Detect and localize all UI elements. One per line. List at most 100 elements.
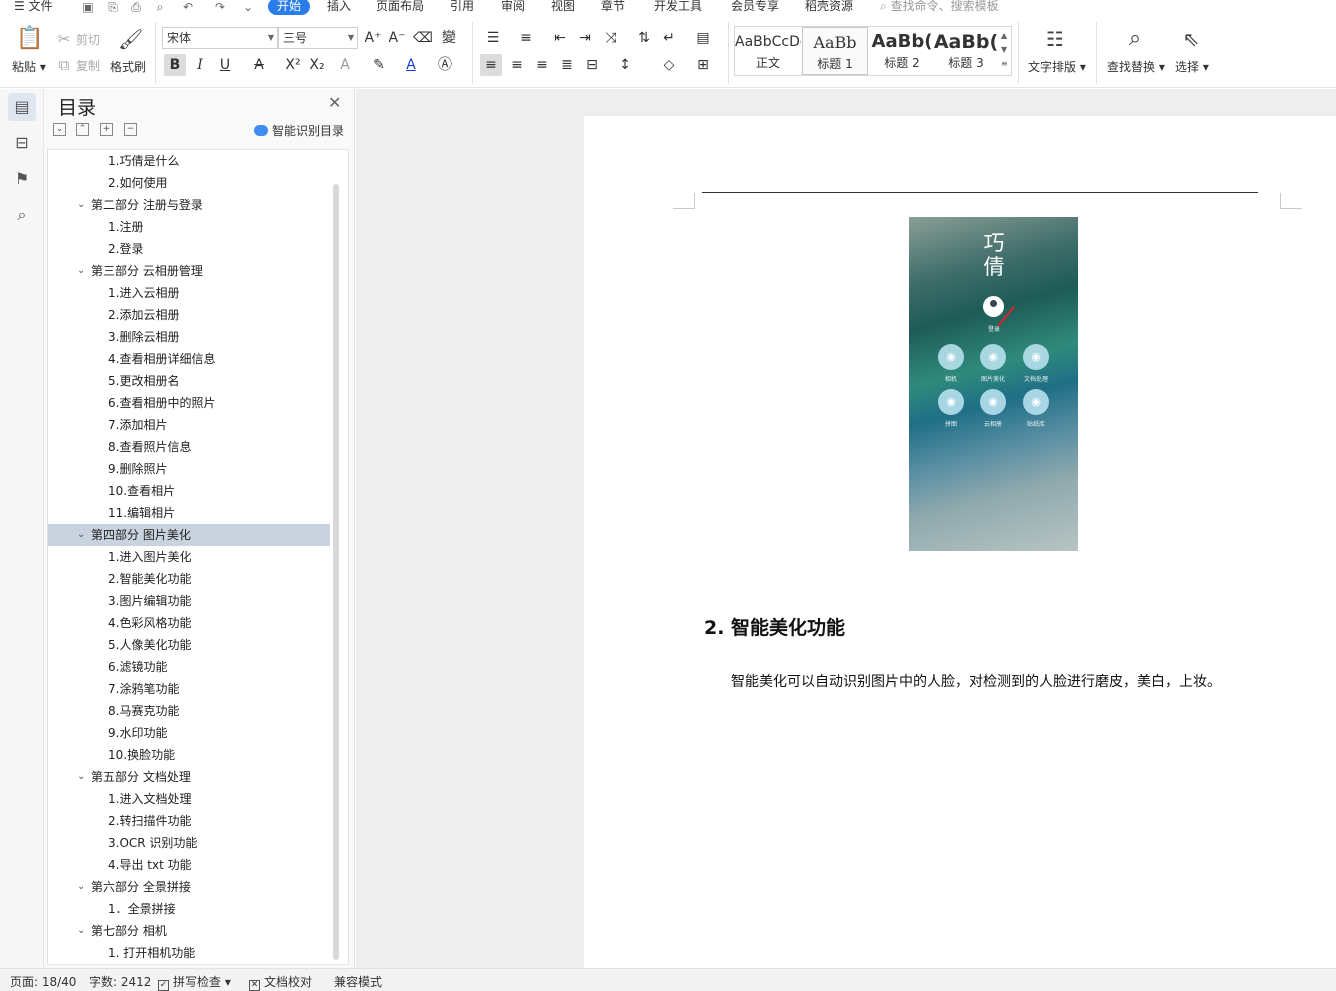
line-spacing-icon[interactable]: ↕ [614,54,636,76]
toc-item[interactable]: 9.删除照片 [48,458,330,480]
print-preview-icon[interactable]: ⌕ [152,0,168,14]
collapse-all-icon[interactable]: ⌄ [53,123,66,136]
spell-check-button[interactable]: ✓ 拼写检查 ▾ [158,973,231,991]
toc-item[interactable]: 1.注册 [48,216,330,238]
toc-panel-icon[interactable]: ▤ [8,93,36,121]
export-icon[interactable]: ⎘ [105,0,121,14]
table-lines-icon[interactable]: ▤ [692,27,714,49]
superscript-icon[interactable]: X² [282,54,304,76]
save-icon[interactable]: ▣ [80,0,96,14]
font-name-select[interactable]: 宋体 ▼ [162,27,278,49]
distribute-icon[interactable]: ⊟ [581,54,603,76]
justify-icon[interactable]: ≣ [556,54,578,76]
align-right-icon[interactable]: ≡ [531,54,553,76]
toc-item[interactable]: 4.导出 txt 功能 [48,854,330,876]
chevron-down-icon[interactable]: ⌄ [77,260,85,282]
format-painter-button[interactable]: 格式刷 [110,58,146,75]
tab-references[interactable]: 引用 [450,0,474,14]
chapter-nav-icon[interactable]: ⊟ [8,129,36,157]
toc-section-item[interactable]: ⌄ 第六部分 全景拼接 [48,876,330,898]
toc-item[interactable]: 1．全景拼接 [48,898,330,920]
toc-item[interactable]: 1.进入云相册 [48,282,330,304]
chevron-down-icon[interactable]: ⌄ [77,194,85,216]
toc-item[interactable]: 7.添加相片 [48,414,330,436]
subscript-icon[interactable]: X₂ [306,54,328,76]
cut-button[interactable]: 剪切 [76,31,100,48]
toc-item[interactable]: 2.如何使用 [48,172,330,194]
word-count[interactable]: 字数: 2412 [89,973,151,990]
style-normal[interactable]: AaBbCcDd 正文 [735,27,801,75]
select-button[interactable]: 选择 ▾ [1175,58,1209,75]
tab-developer[interactable]: 开发工具 [654,0,702,14]
style-heading-3[interactable]: AaBb( 标题 3 [933,27,999,75]
tab-insert[interactable]: 插入 [327,0,351,14]
toc-item[interactable]: 2.转扫描件功能 [48,810,330,832]
italic-icon[interactable]: I [189,54,211,76]
toc-item[interactable]: 2.智能美化功能 [48,568,330,590]
doc-check-button[interactable]: ✕ 文档校对 [249,973,312,991]
chevron-down-icon[interactable]: ⌄ [77,524,85,546]
section-heading[interactable]: 2. 智能美化功能 [704,613,845,640]
underline-icon[interactable]: U [214,54,236,76]
toc-item[interactable]: 11.编辑相片 [48,502,330,524]
toc-item[interactable]: 5.更改相册名 [48,370,330,392]
toc-item[interactable]: 6.查看相册中的照片 [48,392,330,414]
toc-section-item[interactable]: ⌄ 第二部分 注册与登录 [48,194,330,216]
borders-icon[interactable]: ⊞ [692,54,714,76]
chevron-down-icon[interactable]: ⌄ [77,876,85,898]
toc-item[interactable]: 3.删除云相册 [48,326,330,348]
show-marks-icon[interactable]: ↵ [658,27,680,49]
find-replace-button[interactable]: 查找替换 ▾ [1107,58,1165,75]
tab-page-layout[interactable]: 页面布局 [376,0,424,14]
bold-icon[interactable]: B [164,54,186,76]
decrease-indent-icon[interactable]: ⇤ [549,27,571,49]
tab-view[interactable]: 视图 [551,0,575,14]
page-indicator[interactable]: 页面: 18/40 [10,973,76,990]
toc-item[interactable]: 9.水印功能 [48,722,330,744]
search-icon[interactable]: ⌕ [8,201,36,229]
increase-indent-icon[interactable]: ⇥ [574,27,596,49]
app-screenshot-image[interactable]: 巧倩 登录 ◉ ◉ ◉ 相机 图片美化 文档处理 ◉ ◉ ◉ 拼图 云相册 贴纸… [909,217,1078,551]
font-color-icon[interactable]: A [400,54,422,76]
text-effect-icon[interactable]: A [334,54,356,76]
toc-item[interactable]: 1. 打开相机功能 [48,942,330,964]
toc-item[interactable]: 1.进入文档处理 [48,788,330,810]
customize-chevron-icon[interactable]: ⌄ [240,0,256,14]
toc-item[interactable]: 1.进入图片美化 [48,546,330,568]
toc-item[interactable]: 3.OCR 识别功能 [48,832,330,854]
tab-docer[interactable]: 稻壳资源 [805,0,853,14]
tab-home[interactable]: 开始 [268,0,310,15]
align-left-icon[interactable]: ≡ [480,54,502,76]
close-icon[interactable]: ✕ [328,93,341,112]
bookmark-icon[interactable]: ⚑ [8,165,36,193]
paste-button[interactable]: 粘贴 ▾ [12,58,46,75]
body-paragraph[interactable]: 智能美化可以自动识别图片中的人脸，对检测到的人脸进行磨皮，美白，上妆。 [731,671,1221,691]
expand-all-icon[interactable]: ⌃ [76,123,89,136]
copy-button[interactable]: 复制 [76,57,100,74]
toc-item[interactable]: 2.添加云相册 [48,304,330,326]
toc-section-item[interactable]: ⌄ 第四部分 图片美化 [48,524,330,546]
numbered-list-icon[interactable]: ≡ [515,27,537,49]
sort-icon[interactable]: ⇅ [633,27,655,49]
highlight-icon[interactable]: ✎ [368,54,390,76]
print-icon[interactable]: ⎙ [128,0,144,14]
strikethrough-icon[interactable]: A [248,54,270,76]
toc-section-item[interactable]: ⌄ 第七部分 相机 [48,920,330,942]
bullet-list-icon[interactable]: ☰ [482,27,504,49]
chevron-down-icon[interactable]: ⌄ [77,920,85,942]
shrink-font-icon[interactable]: A⁻ [386,27,408,49]
style-heading-2[interactable]: AaBb( 标题 2 [869,27,935,75]
toc-item[interactable]: 8.查看照片信息 [48,436,330,458]
font-size-select[interactable]: 三号 ▼ [278,27,358,49]
undo-icon[interactable]: ↶ [180,0,196,14]
toc-item[interactable]: 10.换脸功能 [48,744,330,766]
file-menu[interactable]: ☰ 文件 [14,0,53,14]
char-border-icon[interactable]: Ⓐ [434,54,456,76]
remove-heading-icon[interactable]: − [124,123,137,136]
paste-icon[interactable]: 📋 [16,26,43,52]
grow-font-icon[interactable]: A⁺ [362,27,384,49]
toc-item[interactable]: 3.图片编辑功能 [48,590,330,612]
toc-scrollbar[interactable] [333,184,339,960]
toc-item[interactable]: 7.涂鸦笔功能 [48,678,330,700]
toc-section-item[interactable]: ⌄ 第三部分 云相册管理 [48,260,330,282]
